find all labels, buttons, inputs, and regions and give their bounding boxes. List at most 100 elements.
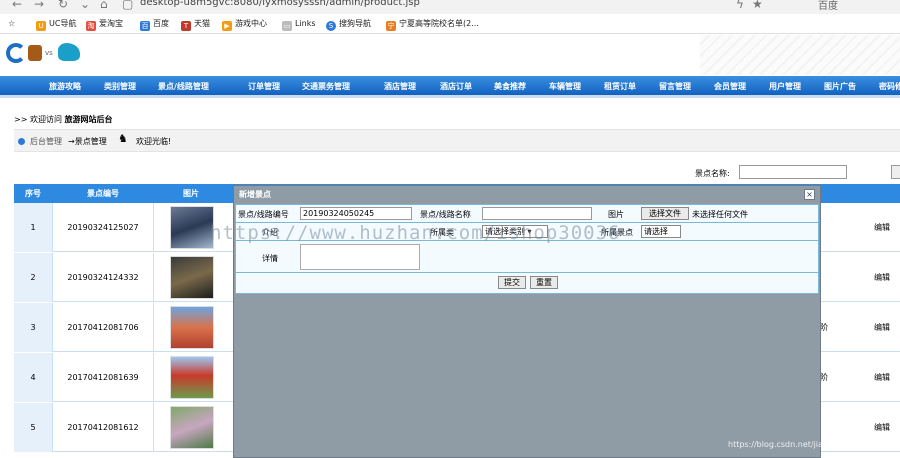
nav-item-messages[interactable]: 留言管理 <box>659 76 691 98</box>
edit-link[interactable]: 编辑 <box>874 203 900 252</box>
spot-photo <box>170 356 214 399</box>
row-no: 2 <box>14 253 52 302</box>
page-icon: ▢ <box>122 0 134 11</box>
form-actions: 提交 重置 <box>236 273 818 293</box>
bookmark-item-links[interactable]: ▭ Links <box>282 18 316 31</box>
tmall-icon: T <box>181 21 191 31</box>
submit-button[interactable]: 提交 <box>498 276 526 289</box>
back-icon[interactable]: ← <box>12 0 22 11</box>
breadcrumb: 后台管理 →景点管理 ♞ 欢迎光临! <box>14 129 900 152</box>
form-row: 详情 <box>236 241 818 273</box>
edit-link[interactable]: 编辑 <box>874 353 900 402</box>
detail-textarea[interactable] <box>300 244 420 270</box>
choose-file-button[interactable]: 选择文件 <box>641 207 689 220</box>
nav-item-tickets[interactable]: 交通票务管理 <box>302 76 350 98</box>
site-header: vs <box>0 35 900 75</box>
image-label: 图片 <box>608 210 624 219</box>
dialog-title: 新增景点 <box>234 186 820 203</box>
greeting-text: 欢迎光临! <box>136 137 172 146</box>
close-icon[interactable]: × <box>804 189 815 200</box>
search-engine-label[interactable]: 百度 <box>818 0 838 12</box>
bookmark-item-tmall[interactable]: T 天猫 <box>181 18 210 31</box>
nav-item-hotel-orders[interactable]: 酒店订单 <box>440 76 472 98</box>
name-input[interactable] <box>482 207 592 220</box>
code-label: 景点/线路编号 <box>238 210 289 219</box>
nav-item-ads[interactable]: 图片广告 <box>824 76 856 98</box>
search-label: 景点名称: <box>695 169 730 178</box>
home-icon[interactable]: ⌂ <box>100 0 108 11</box>
bookmark-item-games[interactable]: ▶ 游戏中心 <box>222 18 267 31</box>
nav-item-food[interactable]: 美食推荐 <box>494 76 526 98</box>
doc-icon: 宁 <box>386 21 396 31</box>
no-file-text: 未选择任何文件 <box>692 210 748 219</box>
nav-item-orders[interactable]: 订单管理 <box>248 76 280 98</box>
lightning-icon[interactable]: ϟ <box>736 0 744 11</box>
bookmark-star-icon[interactable]: ☆ <box>8 18 15 30</box>
nav-item-password[interactable]: 密码修 <box>879 76 900 98</box>
form-row: 介绍 所属类 请选择类别 ▾ 所属景点 请选择 <box>236 223 818 241</box>
nav-item-vehicles[interactable]: 车辆管理 <box>549 76 581 98</box>
code-input[interactable]: 20190324050245 <box>300 207 412 220</box>
site-logo[interactable]: vs <box>6 41 84 67</box>
reload-icon[interactable]: ↻ <box>58 0 68 11</box>
header-code: 景点编号 <box>87 189 119 198</box>
horse-icon: ♞ <box>118 132 128 145</box>
edit-link[interactable]: 编辑 <box>874 403 900 452</box>
breadcrumb-current: →景点管理 <box>68 137 107 146</box>
header-no: 序号 <box>25 189 41 198</box>
uc-icon: U <box>36 21 46 31</box>
nav-item-hotels[interactable]: 酒店管理 <box>384 76 416 98</box>
category-label: 所属类 <box>430 228 454 237</box>
main-nav: 旅游攻略 类别管理 景点/线路管理 订单管理 交通票务管理 酒店管理 酒店订单 … <box>0 76 900 98</box>
edit-link[interactable]: 编辑 <box>874 303 900 352</box>
nav-item-users[interactable]: 用户管理 <box>769 76 801 98</box>
nav-item-category[interactable]: 类别管理 <box>104 76 136 98</box>
row-extra: 阶 <box>820 373 828 382</box>
taobao-icon: 淘 <box>86 21 96 31</box>
bookmark-item-baidu[interactable]: 百百度 <box>140 18 169 31</box>
nav-item-members[interactable]: 会员管理 <box>714 76 746 98</box>
form-row: 景点/线路编号 20190324050245 景点/线路名称 图片 选择文件 未… <box>236 205 818 223</box>
intro-label: 介绍 <box>262 228 278 237</box>
bookmark-item-ningxia[interactable]: 宁宁夏高等院校名单(2... <box>386 18 479 31</box>
row-extra: 阶 <box>820 323 828 332</box>
spot-photo <box>170 206 214 249</box>
row-no: 3 <box>14 303 52 352</box>
breadcrumb-home[interactable]: 后台管理 <box>30 136 62 147</box>
bookmark-item-sogou[interactable]: S 搜狗导航 <box>326 18 371 31</box>
region-select[interactable]: 请选择 <box>641 225 681 238</box>
browser-address-bar: ← → ↻ ⌄ ⌂ ▢ desktop-u8m5gvc:8080/lyxmosy… <box>0 0 900 14</box>
bookmarks-bar: ☆ U UC导航 淘爱淘宝 百百度 T 天猫 ▶ 游戏中心 ▭ Links S 搜狗导航 … <box>0 14 900 34</box>
search-input[interactable] <box>739 165 847 179</box>
url-field[interactable]: desktop-u8m5gvc:8080/lyxmosysssh/admin/p… <box>140 0 420 8</box>
category-select[interactable]: 请选择类别 ▾ <box>482 225 548 238</box>
row-code: 20190324125027 <box>52 203 154 252</box>
reset-button[interactable]: 重置 <box>530 276 558 289</box>
nav-item-rentals[interactable]: 租赁订单 <box>604 76 636 98</box>
bookmark-item-aitaobao[interactable]: 淘爱淘宝 <box>86 18 123 31</box>
row-no: 4 <box>14 353 52 402</box>
region-label: 所属景点 <box>601 228 633 237</box>
row-no: 1 <box>14 203 52 252</box>
baidu-icon: 百 <box>140 21 150 31</box>
row-no: 5 <box>14 403 52 452</box>
name-label: 景点/线路名称 <box>420 210 471 219</box>
history-icon[interactable]: ⌄ <box>80 0 90 11</box>
bullet-icon <box>18 138 25 145</box>
detail-label: 详情 <box>262 254 278 263</box>
nav-item-spots[interactable]: 景点/线路管理 <box>158 76 209 98</box>
folder-icon: ▭ <box>282 21 292 31</box>
add-spot-dialog: 新增景点 × 景点/线路编号 20190324050245 景点/线路名称 图片… <box>233 185 821 458</box>
sogou-icon: S <box>326 21 336 31</box>
nav-item-guide[interactable]: 旅游攻略 <box>49 76 81 98</box>
row-code: 20170412081612 <box>52 403 154 452</box>
row-code: 20170412081639 <box>52 353 154 402</box>
bookmark-item-uc[interactable]: U UC导航 <box>36 18 76 31</box>
edit-link[interactable]: 编辑 <box>874 253 900 302</box>
spot-photo <box>170 306 214 349</box>
bookmark-star-icon[interactable]: ★ <box>752 0 763 11</box>
csdn-watermark: https://blog.csdn.net/jiapaingqc <box>728 440 855 449</box>
add-spot-form: 景点/线路编号 20190324050245 景点/线路名称 图片 选择文件 未… <box>235 204 819 294</box>
search-button[interactable] <box>891 165 900 179</box>
forward-icon[interactable]: → <box>34 0 44 11</box>
